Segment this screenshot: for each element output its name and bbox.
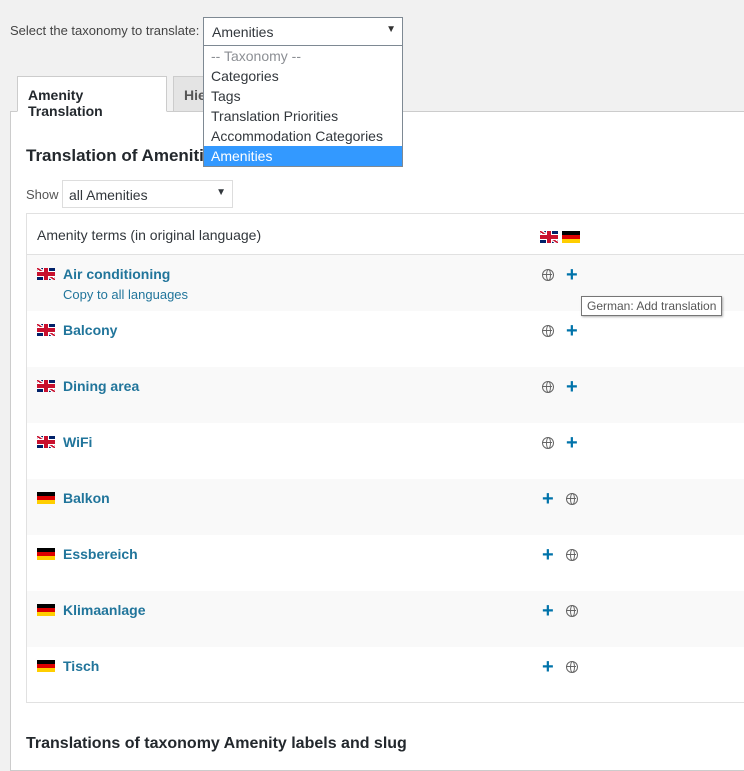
taxonomy-select-label: Select the taxonomy to translate: — [10, 23, 200, 38]
tooltip: German: Add translation — [581, 296, 723, 316]
original-language-button[interactable] — [566, 493, 578, 508]
show-filter-value: all Amenities — [69, 187, 148, 203]
german-flag-icon — [37, 492, 55, 504]
globe-icon — [542, 381, 554, 393]
table-row: Balkon + — [27, 479, 744, 535]
taxonomy-option-amenities[interactable]: Amenities — [204, 146, 402, 166]
table-row: Dining area + — [27, 367, 744, 423]
show-filter-select[interactable]: all Amenities ▼ — [62, 180, 233, 208]
uk-flag-icon — [37, 268, 55, 280]
taxonomy-option-translation-priorities[interactable]: Translation Priorities — [204, 106, 402, 126]
add-translation-button[interactable]: + — [566, 320, 578, 342]
column-header-terms: Amenity terms (in original language) — [37, 227, 262, 243]
plus-icon: + — [566, 432, 578, 454]
original-language-button[interactable] — [542, 381, 554, 396]
table-row: Essbereich + — [27, 535, 744, 591]
uk-flag-icon — [37, 324, 55, 336]
terms-table: Amenity terms (in original language) Air… — [26, 213, 744, 703]
plus-icon: + — [542, 544, 554, 566]
taxonomy-option-categories[interactable]: Categories — [204, 66, 402, 86]
add-translation-button[interactable]: + — [566, 376, 578, 398]
german-flag-icon — [37, 548, 55, 560]
german-flag-icon — [562, 230, 580, 243]
german-flag-icon — [37, 660, 55, 672]
original-language-button[interactable] — [542, 325, 554, 340]
globe-icon — [542, 325, 554, 337]
labels-slug-section-title: Translations of taxonomy Amenity labels … — [26, 735, 407, 752]
term-link[interactable]: Air conditioning — [63, 266, 170, 282]
add-translation-button[interactable]: + — [566, 432, 578, 454]
plus-icon: + — [566, 264, 578, 286]
original-language-button[interactable] — [566, 549, 578, 564]
plus-icon: + — [566, 320, 578, 342]
term-link[interactable]: Essbereich — [63, 546, 138, 562]
plus-icon: + — [542, 656, 554, 678]
term-link[interactable]: WiFi — [63, 434, 92, 450]
taxonomy-select[interactable]: Amenities ▼ — [203, 17, 403, 46]
term-link[interactable]: Klimaanlage — [63, 602, 145, 618]
show-filter-label: Show — [26, 187, 59, 202]
term-link[interactable]: Balkon — [63, 490, 110, 506]
table-row: Klimaanlage + — [27, 591, 744, 647]
globe-icon — [566, 549, 578, 561]
add-translation-button[interactable]: + — [542, 600, 554, 622]
globe-icon — [566, 605, 578, 617]
globe-icon — [542, 269, 554, 281]
section-title: Translation of Amenities — [26, 146, 223, 165]
term-link[interactable]: Balcony — [63, 322, 117, 338]
add-translation-button[interactable]: + — [566, 264, 578, 286]
plus-icon: + — [566, 376, 578, 398]
taxonomy-option-placeholder[interactable]: -- Taxonomy -- — [204, 46, 402, 66]
taxonomy-option-accommodation-categories[interactable]: Accommodation Categories — [204, 126, 402, 146]
copy-to-all-languages-link[interactable]: Copy to all languages — [63, 287, 188, 302]
plus-icon: + — [542, 488, 554, 510]
taxonomy-dropdown-list: -- Taxonomy -- Categories Tags Translati… — [203, 46, 403, 167]
uk-flag-icon — [540, 230, 558, 243]
plus-icon: + — [542, 600, 554, 622]
term-link[interactable]: Tisch — [63, 658, 99, 674]
original-language-button[interactable] — [542, 269, 554, 284]
original-language-button[interactable] — [566, 605, 578, 620]
add-translation-button[interactable]: + — [542, 488, 554, 510]
original-language-button[interactable] — [566, 661, 578, 676]
add-translation-button[interactable]: + — [542, 544, 554, 566]
table-row: Tisch + — [27, 647, 744, 703]
globe-icon — [542, 437, 554, 449]
original-language-button[interactable] — [542, 437, 554, 452]
table-row: Balcony + — [27, 311, 744, 367]
table-row: WiFi + — [27, 423, 744, 479]
table-header: Amenity terms (in original language) — [27, 214, 744, 255]
dropdown-arrow-icon: ▼ — [386, 24, 396, 35]
term-link[interactable]: Dining area — [63, 378, 139, 394]
taxonomy-select-value: Amenities — [212, 24, 274, 40]
dropdown-arrow-icon: ▼ — [216, 187, 226, 198]
uk-flag-icon — [37, 436, 55, 448]
uk-flag-icon — [37, 380, 55, 392]
globe-icon — [566, 493, 578, 505]
add-translation-button[interactable]: + — [542, 656, 554, 678]
german-flag-icon — [37, 604, 55, 616]
globe-icon — [566, 661, 578, 673]
tab-amenity-translation[interactable]: Amenity Translation — [17, 76, 167, 119]
taxonomy-option-tags[interactable]: Tags — [204, 86, 402, 106]
